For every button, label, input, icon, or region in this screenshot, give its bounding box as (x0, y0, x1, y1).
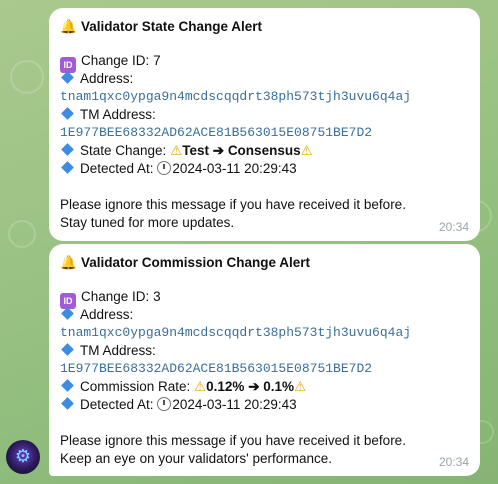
tm-address-value[interactable]: 1E977BEE68332AD62ACE81B563015E08751BE7D2 (60, 360, 468, 378)
change-to: 0.1% (263, 379, 295, 394)
commission-rate-line: Commission Rate: ⚠0.12% ➔ 0.1%⚠ (60, 378, 468, 396)
blue-diamond-icon (61, 379, 74, 392)
message-bubble[interactable]: 🔔 Validator Commission Change Alert ID Cha… (49, 244, 480, 476)
bot-avatar[interactable]: ⚙ (6, 440, 40, 474)
background-doodle (10, 60, 44, 94)
tm-address-label-line: TM Address: (60, 106, 468, 124)
change-from: 0.12% (206, 379, 245, 394)
warning-icon: ⚠ (294, 379, 307, 394)
blue-diamond-icon (61, 161, 74, 174)
message-title: 🔔 Validator Commission Change Alert (60, 255, 311, 270)
blue-diamond-icon (61, 71, 74, 84)
background-doodle (8, 220, 36, 248)
address-value[interactable]: tnam1qxc0ypga9n4mcdscqqdrt38ph573tjh3uvu… (60, 324, 468, 342)
blue-diamond-icon (61, 343, 74, 356)
bell-icon: 🔔 (60, 19, 77, 34)
message-bubble[interactable]: 🔔 Validator State Change Alert ID Change I… (49, 8, 480, 241)
warning-icon: ⚠ (194, 379, 207, 394)
blue-diamond-icon (61, 107, 74, 120)
message-time: 20:34 (438, 455, 469, 469)
change-arrow: ➔ (212, 143, 225, 158)
blue-diamond-icon (61, 307, 74, 320)
message-time: 20:34 (438, 220, 469, 234)
change-to: Consensus (227, 143, 301, 158)
footer-line: Stay tuned for more updates. (60, 215, 235, 230)
clock-icon (157, 161, 172, 175)
footer-line: Keep an eye on your validators' performa… (60, 451, 332, 466)
clock-icon (157, 397, 172, 411)
tm-address-value[interactable]: 1E977BEE68332AD62ACE81B563015E08751BE7D2 (60, 124, 468, 142)
warning-icon: ⚠ (300, 143, 313, 158)
address-value[interactable]: tnam1qxc0ypga9n4mcdscqqdrt38ph573tjh3uvu… (60, 88, 468, 106)
change-from: Test (182, 143, 209, 158)
footer-line: Please ignore this message if you have r… (60, 433, 406, 448)
address-label-line: Address: (60, 306, 468, 324)
change-arrow: ➔ (248, 379, 260, 394)
warning-icon: ⚠ (170, 143, 183, 158)
tm-address-label-line: TM Address: (60, 342, 468, 360)
change-id-line: ID Change ID: 7 (60, 52, 468, 73)
change-id-line: ID Change ID: 3 (60, 288, 468, 309)
avatar-glyph: ⚙ (14, 446, 32, 466)
detected-at-line: Detected At: 2024-03-11 20:29:43 (60, 160, 468, 178)
footer-line: Please ignore this message if you have r… (60, 197, 406, 212)
blue-diamond-icon (61, 397, 74, 410)
state-change-line: State Change: ⚠Test ➔ Consensus⚠ (60, 142, 468, 160)
bell-icon: 🔔 (60, 255, 77, 270)
blue-diamond-icon (61, 143, 74, 156)
address-label-line: Address: (60, 70, 468, 88)
message-title: 🔔 Validator State Change Alert (60, 19, 263, 34)
detected-at-line: Detected At: 2024-03-11 20:29:43 (60, 396, 468, 414)
